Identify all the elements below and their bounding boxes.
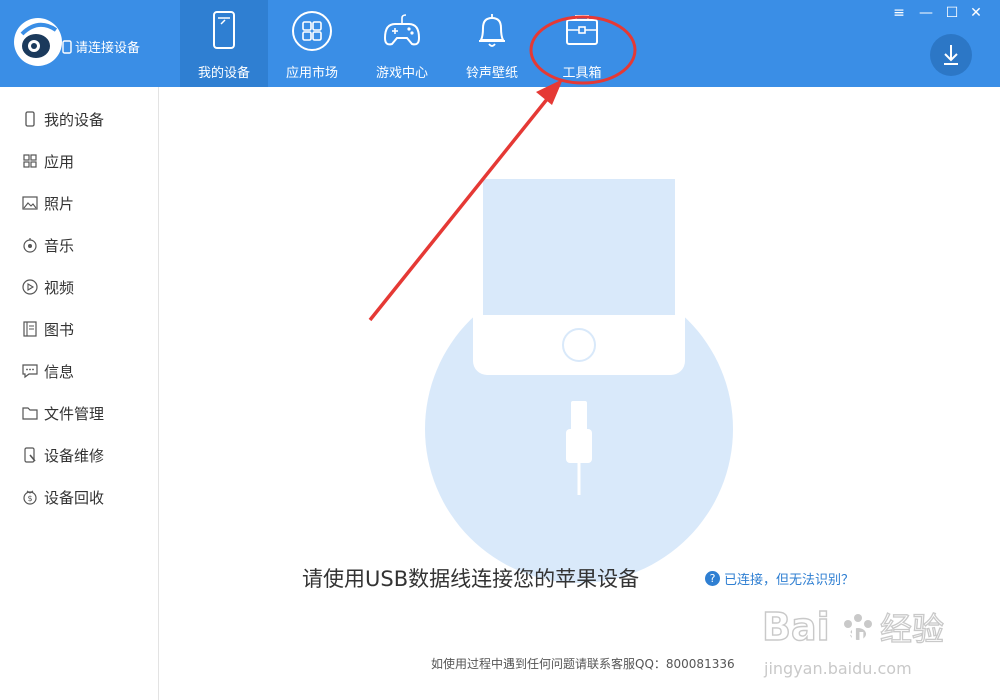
tab-label: 我的设备 bbox=[197, 66, 250, 81]
tab-label: 工具箱 bbox=[562, 66, 602, 81]
tab-toolbox[interactable]: 工具箱 bbox=[538, 0, 626, 87]
sidebar-item-my-device[interactable]: 我的设备 bbox=[0, 104, 158, 134]
svg-text:$: $ bbox=[27, 494, 32, 503]
sidebar-item-music[interactable]: 音乐 bbox=[0, 230, 158, 260]
phone-icon bbox=[213, 11, 235, 49]
watermark-url: jingyan.baidu.com bbox=[763, 659, 912, 678]
tab-my-device[interactable]: 我的设备 bbox=[180, 0, 268, 87]
sidebar-item-label: 设备回收 bbox=[44, 488, 105, 507]
question-icon: ? bbox=[705, 571, 720, 586]
sidebar-item-video[interactable]: 视频 bbox=[0, 272, 158, 302]
sidebar-item-label: 视频 bbox=[44, 278, 75, 297]
minimize-button[interactable]: — bbox=[916, 4, 936, 22]
sidebar-item-file-manager[interactable]: 文件管理 bbox=[0, 398, 158, 428]
watermark-brand: Bai bbox=[762, 605, 830, 649]
image-icon bbox=[22, 196, 38, 210]
gamepad-icon bbox=[383, 14, 421, 46]
sidebar-item-label: 信息 bbox=[44, 362, 75, 381]
maximize-button[interactable]: ☐ bbox=[942, 4, 962, 22]
sidebar-item-repair[interactable]: 设备维修 bbox=[0, 440, 158, 470]
play-icon bbox=[22, 279, 38, 295]
sidebar-item-recycle[interactable]: $ 设备回收 bbox=[0, 482, 158, 512]
tab-app-market[interactable]: 应用市场 bbox=[268, 0, 356, 87]
sidebar-item-label: 我的设备 bbox=[44, 110, 105, 129]
sidebar-item-label: 应用 bbox=[44, 152, 75, 171]
app-grid-icon bbox=[292, 11, 332, 51]
connect-instruction: 请使用USB数据线连接您的苹果设备 bbox=[302, 567, 640, 591]
sidebar-item-label: 设备维修 bbox=[44, 446, 105, 465]
sidebar-item-messages[interactable]: 信息 bbox=[0, 356, 158, 386]
tab-label: 游戏中心 bbox=[375, 66, 428, 81]
watermark-cn: 经验 bbox=[880, 610, 944, 648]
grid-icon bbox=[23, 154, 37, 168]
folder-icon bbox=[22, 407, 38, 420]
tab-game-center[interactable]: 游戏中心 bbox=[358, 0, 446, 87]
sidebar-item-label: 文件管理 bbox=[44, 404, 105, 423]
message-icon bbox=[22, 364, 38, 379]
sidebar-item-label: 音乐 bbox=[44, 236, 75, 255]
sidebar-item-apps[interactable]: 应用 bbox=[0, 146, 158, 176]
watermark-brand-2: du bbox=[842, 625, 873, 650]
connect-device-illustration bbox=[425, 179, 733, 583]
download-icon bbox=[944, 45, 958, 65]
tab-label: 应用市场 bbox=[285, 66, 338, 81]
book-icon bbox=[23, 321, 37, 337]
tab-ringtone-wallpaper[interactable]: 铃声壁纸 bbox=[448, 0, 536, 87]
app-logo-icon bbox=[14, 18, 62, 66]
top-bar: 请连接设备 我的设备 应用市场 游戏中心 铃声壁纸 工具箱 ≡ — ☐ ✕ bbox=[0, 0, 1000, 87]
support-note: 如使用过程中遇到任何问题请联系客服QQ：800081336 bbox=[431, 657, 735, 671]
help-link-label: 已连接，但无法识别？ bbox=[724, 573, 855, 588]
menu-button[interactable]: ≡ bbox=[889, 4, 909, 22]
sidebar-item-label: 照片 bbox=[44, 194, 75, 213]
device-status[interactable]: 请连接设备 bbox=[62, 37, 140, 56]
sidebar-item-label: 图书 bbox=[44, 320, 75, 339]
phone-small-icon bbox=[62, 39, 72, 54]
sidebar-item-photos[interactable]: 照片 bbox=[0, 188, 158, 218]
tab-label: 铃声壁纸 bbox=[465, 66, 518, 81]
toolbox-icon bbox=[566, 15, 598, 45]
sidebar: 我的设备 应用 照片 音乐 视频 图书 信息 文件管理 设备维修 $ 设备回收 bbox=[0, 87, 159, 700]
phone-icon bbox=[25, 111, 35, 127]
close-button[interactable]: ✕ bbox=[966, 4, 986, 22]
sidebar-item-books[interactable]: 图书 bbox=[0, 314, 158, 344]
recycle-icon: $ bbox=[23, 490, 37, 505]
download-button[interactable] bbox=[930, 34, 972, 76]
music-icon bbox=[23, 238, 37, 253]
bell-icon bbox=[479, 14, 505, 47]
recognition-help-link[interactable]: ? 已连接，但无法识别？ bbox=[705, 569, 854, 588]
device-status-label: 请连接设备 bbox=[75, 41, 141, 56]
baidu-watermark-logo: Bai du 经验 jingyan.baidu.com bbox=[762, 604, 945, 678]
repair-icon bbox=[24, 447, 36, 463]
